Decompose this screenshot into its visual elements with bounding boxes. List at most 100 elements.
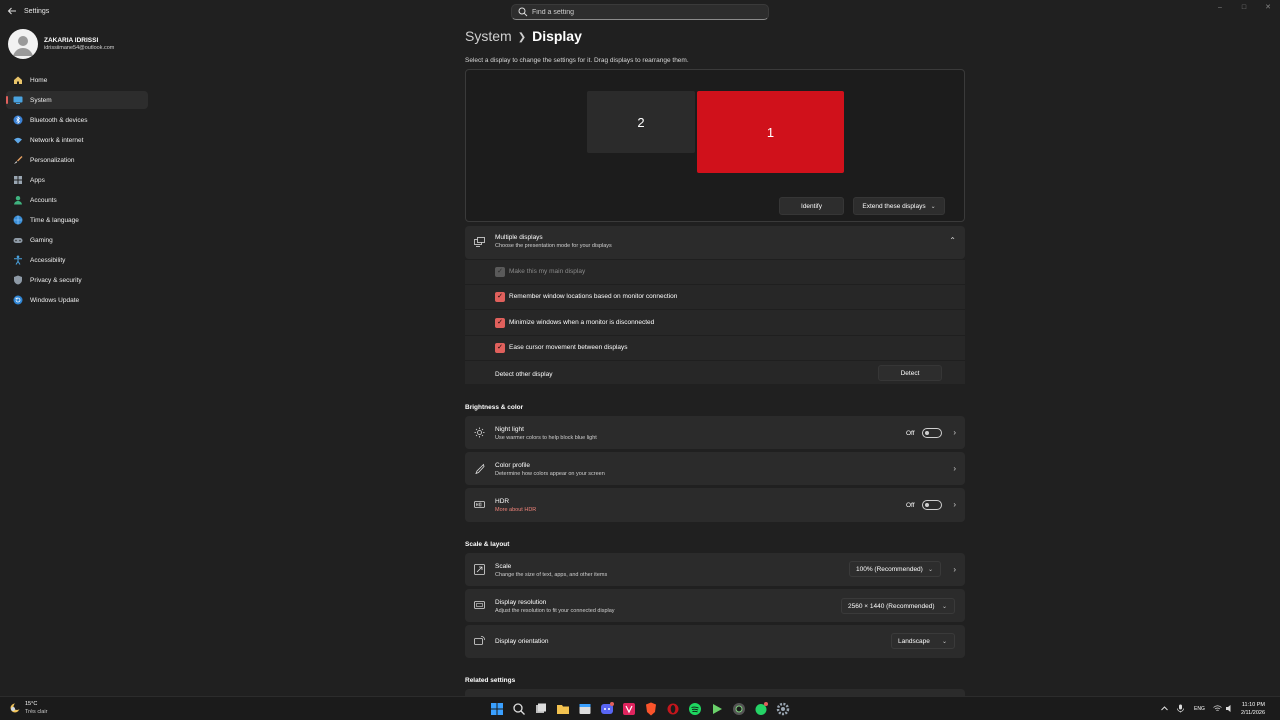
checkbox-label: Make this my main display xyxy=(509,268,586,275)
search-box[interactable] xyxy=(511,4,769,20)
multiple-displays-card[interactable]: Multiple displays Choose the presentatio… xyxy=(465,226,965,259)
hdr-card[interactable]: HDR More about HDR Off › xyxy=(465,488,965,522)
sidebar-item-windows-update[interactable]: Windows Update xyxy=(6,291,148,309)
sidebar-item-bluetooth[interactable]: Bluetooth & devices xyxy=(6,111,148,129)
app-title: Settings xyxy=(24,8,50,15)
search-input[interactable] xyxy=(532,6,752,19)
spotify-icon[interactable] xyxy=(687,701,703,717)
windows-start-icon[interactable] xyxy=(489,701,505,717)
sidebar-item-label: Gaming xyxy=(30,236,53,244)
wifi-icon xyxy=(13,135,23,145)
sidebar-item-time-language[interactable]: Time & language xyxy=(6,211,148,229)
breadcrumb-parent[interactable]: System xyxy=(465,28,512,44)
taskbar: 15°C Très clair ENG 11:10 PM 2/11/2026 xyxy=(0,696,1280,720)
scale-icon xyxy=(474,564,485,575)
night-light-card[interactable]: Night light Use warmer colors to help bl… xyxy=(465,416,965,449)
sidebar-item-apps[interactable]: Apps xyxy=(6,171,148,189)
resolution-desc: Adjust the resolution to fit your connec… xyxy=(495,608,615,614)
update-icon xyxy=(13,295,23,305)
back-arrow-icon[interactable] xyxy=(7,6,19,18)
search-icon xyxy=(518,7,528,17)
task-view-icon[interactable] xyxy=(533,701,549,717)
sidebar-item-home[interactable]: Home xyxy=(6,71,148,89)
option-row: ✓ Minimize windows when a monitor is dis… xyxy=(465,309,965,335)
media-player-icon[interactable] xyxy=(709,701,725,717)
sidebar-item-privacy[interactable]: Privacy & security xyxy=(6,271,148,289)
browser-icon[interactable] xyxy=(731,701,747,717)
resolution-title: Display resolution xyxy=(495,599,547,606)
settings-icon[interactable] xyxy=(775,701,791,717)
minimize-windows-checkbox[interactable]: ✓ xyxy=(495,318,505,328)
microphone-icon[interactable] xyxy=(1176,704,1185,713)
section-heading-related: Related settings xyxy=(465,677,516,684)
checkbox-label: Ease cursor movement between displays xyxy=(509,344,628,351)
sidebar-item-system[interactable]: System xyxy=(6,91,148,109)
close-button[interactable]: ✕ xyxy=(1256,0,1280,16)
main-display-checkbox: ✓ xyxy=(495,267,505,277)
accessibility-icon xyxy=(13,255,23,265)
display-resolution-card[interactable]: Display resolution Adjust the resolution… xyxy=(465,589,965,622)
sidebar-item-accounts[interactable]: Accounts xyxy=(6,191,148,209)
color-profile-card[interactable]: Color profile Determine how colors appea… xyxy=(465,452,965,485)
window-controls: – □ ✕ xyxy=(1208,0,1280,18)
chevron-up-icon[interactable] xyxy=(1160,704,1169,713)
file-explorer-icon[interactable] xyxy=(555,701,571,717)
night-light-state: Off xyxy=(906,430,915,437)
hdr-link[interactable]: More about HDR xyxy=(495,507,536,513)
scale-desc: Change the size of text, apps, and other… xyxy=(495,572,608,578)
opera-icon[interactable] xyxy=(665,701,681,717)
clock-date[interactable]: 2/11/2026 xyxy=(1241,710,1265,716)
clock-time[interactable]: 11:10 PM xyxy=(1242,702,1265,708)
sidebar-item-label: Privacy & security xyxy=(30,276,82,284)
chevron-right-icon: ❯ xyxy=(517,32,527,43)
monitor-2[interactable]: 2 xyxy=(587,91,695,153)
resolution-value: 2560 × 1440 (Recommended) xyxy=(848,602,935,610)
chevron-down-icon: ⌄ xyxy=(930,203,936,210)
chevron-up-icon[interactable]: ⌃ xyxy=(949,236,956,245)
hdr-toggle[interactable] xyxy=(922,500,942,510)
display-orientation-card[interactable]: Display orientation Landscape ⌄ xyxy=(465,625,965,658)
wifi-icon[interactable] xyxy=(1213,704,1222,713)
color-profile-title: Color profile xyxy=(495,462,531,469)
weather-description[interactable]: Très clair xyxy=(25,709,47,715)
discord-icon[interactable] xyxy=(599,701,615,717)
resolution-dropdown[interactable]: 2560 × 1440 (Recommended) ⌄ xyxy=(841,598,955,614)
volume-icon[interactable] xyxy=(1225,704,1234,713)
user-name: ZAKARIA IDRISSI xyxy=(44,37,99,44)
ease-cursor-checkbox[interactable]: ✓ xyxy=(495,343,505,353)
detect-button[interactable]: Detect xyxy=(878,365,942,381)
chevron-right-icon[interactable]: › xyxy=(953,565,956,574)
sidebar-item-personalization[interactable]: Personalization xyxy=(6,151,148,169)
monitor-1[interactable]: 1 xyxy=(697,91,844,173)
shield-icon xyxy=(13,275,23,285)
weather-temperature[interactable]: 15°C xyxy=(25,701,37,707)
orientation-dropdown[interactable]: Landscape ⌄ xyxy=(891,633,955,649)
night-light-toggle[interactable] xyxy=(922,428,942,438)
app-icon[interactable] xyxy=(621,701,637,717)
calendar-icon[interactable] xyxy=(577,701,593,717)
brave-icon[interactable] xyxy=(643,701,659,717)
maximize-button[interactable]: □ xyxy=(1232,0,1256,16)
identify-button[interactable]: Identify xyxy=(779,197,844,215)
chevron-right-icon[interactable]: › xyxy=(953,464,956,473)
sidebar-item-label: Windows Update xyxy=(30,296,80,304)
scale-dropdown[interactable]: 100% (Recommended) ⌄ xyxy=(849,561,941,577)
minimize-button[interactable]: – xyxy=(1208,0,1232,16)
chevron-right-icon[interactable]: › xyxy=(953,428,956,437)
remember-window-locations-checkbox[interactable]: ✓ xyxy=(495,292,505,302)
sidebar-item-gaming[interactable]: Gaming xyxy=(6,231,148,249)
scale-card[interactable]: Scale Change the size of text, apps, and… xyxy=(465,553,965,586)
whatsapp-icon[interactable] xyxy=(753,701,769,717)
chevron-right-icon[interactable]: › xyxy=(953,500,956,509)
display-arrangement: 2 1 Identify Extend these displays ⌄ xyxy=(465,69,965,222)
multiple-displays-icon xyxy=(474,237,485,248)
weather-moon-icon[interactable] xyxy=(9,702,21,714)
sidebar-item-network[interactable]: Network & internet xyxy=(6,131,148,149)
sidebar-item-label: Home xyxy=(30,76,48,84)
search-icon[interactable] xyxy=(511,701,527,717)
extend-displays-dropdown[interactable]: Extend these displays ⌄ xyxy=(853,197,945,215)
breadcrumb: System ❯ Display xyxy=(465,28,582,44)
sidebar-item-accessibility[interactable]: Accessibility xyxy=(6,251,148,269)
sidebar-item-label: Accessibility xyxy=(30,256,66,264)
language-indicator[interactable]: ENG xyxy=(1194,706,1205,712)
